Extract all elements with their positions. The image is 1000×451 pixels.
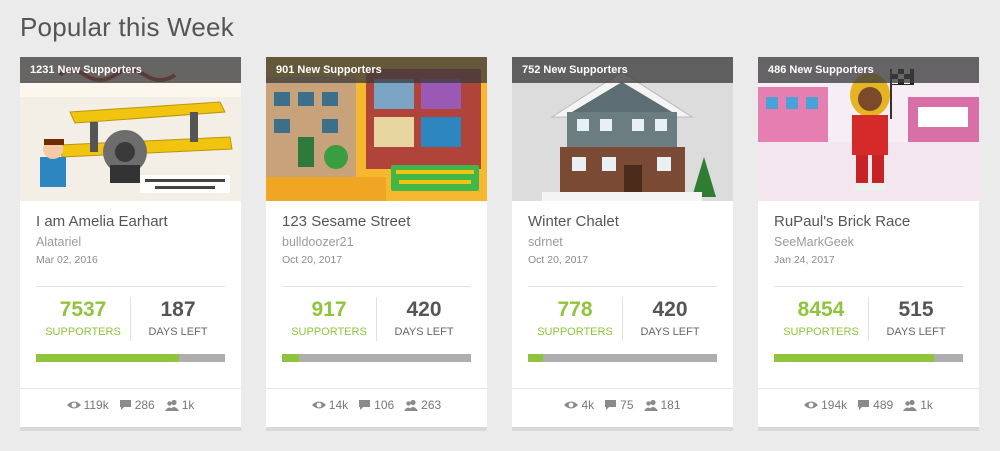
project-date: Mar 02, 2016 — [36, 254, 98, 266]
support-progress-fill — [282, 354, 300, 362]
support-progress-bar — [282, 354, 471, 362]
supporters-count: 7537 — [59, 298, 107, 321]
views-count: 119k — [83, 398, 109, 412]
project-stats: 7537 SUPPORTERS 187 DAYS LEFT — [36, 297, 225, 341]
project-stats: 917 SUPPORTERS 420 DAYS LEFT — [282, 297, 471, 341]
divider — [266, 388, 487, 389]
views-count: 194k — [821, 398, 848, 412]
days-left-label: DAYS LEFT — [394, 326, 454, 338]
project-meta: 14k 106 263 — [266, 398, 487, 412]
support-progress-bar — [528, 354, 717, 362]
new-supporters-badge: 901 New Supporters — [266, 57, 487, 83]
support-progress-bar — [36, 354, 225, 362]
project-card-winter-chalet[interactable]: 752 New Supporters Winter Chalet sdrnet … — [512, 57, 733, 431]
followers-count: 1k — [181, 398, 195, 412]
followers-count: 181 — [660, 398, 681, 412]
project-stats: 778 SUPPORTERS 420 DAYS LEFT — [528, 297, 717, 341]
project-thumbnail[interactable]: 752 New Supporters — [512, 57, 733, 201]
days-left-count: 187 — [160, 298, 196, 321]
supporters-label: SUPPORTERS — [783, 326, 859, 338]
supporters-label: SUPPORTERS — [537, 326, 613, 338]
project-meta: 119k 286 1k — [20, 398, 241, 412]
new-supporters-badge: 1231 New Supporters — [20, 57, 241, 83]
project-date: Jan 24, 2017 — [774, 254, 835, 266]
supporters-count: 778 — [557, 298, 593, 321]
project-title[interactable]: I am Amelia Earhart — [36, 213, 225, 230]
supporters-label: SUPPORTERS — [45, 326, 121, 338]
divider — [512, 388, 733, 389]
project-meta: 4k 75 181 — [512, 398, 733, 412]
section-title: Popular this Week — [20, 12, 234, 42]
comment-icon — [359, 400, 371, 410]
eye-icon — [564, 401, 579, 409]
project-author[interactable]: bulldoozer21 — [282, 235, 471, 249]
views-count: 14k — [328, 398, 349, 412]
supporters-count: 917 — [311, 298, 347, 321]
followers-count: 1k — [920, 398, 933, 412]
project-author[interactable]: sdrnet — [528, 235, 717, 249]
project-thumbnail[interactable]: 901 New Supporters — [266, 57, 487, 201]
supporters-label: SUPPORTERS — [291, 326, 367, 338]
eye-icon — [311, 401, 326, 409]
divider — [20, 388, 241, 389]
divider — [36, 286, 225, 287]
support-progress-fill — [774, 354, 934, 362]
supporters-icon — [164, 399, 179, 411]
project-meta: 194k 489 1k — [758, 398, 979, 412]
supporters-icon — [404, 399, 419, 411]
project-thumbnail[interactable]: 486 New Supporters — [758, 57, 979, 201]
support-progress-bar — [774, 354, 963, 362]
new-supporters-badge: 752 New Supporters — [512, 57, 733, 83]
days-left-count: 420 — [406, 298, 442, 321]
project-card-sesame-street[interactable]: 901 New Supporters 123 Sesame Street bul… — [266, 57, 487, 431]
eye-icon — [804, 401, 819, 409]
project-title[interactable]: 123 Sesame Street — [282, 213, 471, 230]
comments-count: 489 — [873, 398, 894, 412]
project-author[interactable]: SeeMarkGeek — [774, 235, 963, 249]
project-date: Oct 20, 2017 — [528, 254, 589, 266]
days-left-label: DAYS LEFT — [640, 326, 700, 338]
days-left-label: DAYS LEFT — [148, 326, 208, 338]
days-left-count: 515 — [898, 298, 934, 321]
project-author[interactable]: Alatariel — [36, 235, 225, 249]
support-progress-fill — [36, 354, 179, 362]
comments-count: 106 — [374, 398, 395, 412]
divider — [528, 286, 717, 287]
project-title[interactable]: Winter Chalet — [528, 213, 717, 230]
comments-count: 75 — [620, 398, 634, 412]
support-progress-fill — [528, 354, 543, 362]
divider — [774, 286, 963, 287]
comment-icon — [605, 400, 617, 410]
views-count: 4k — [581, 398, 595, 412]
project-stats: 8454 SUPPORTERS 515 DAYS LEFT — [774, 297, 963, 341]
project-title[interactable]: RuPaul's Brick Race — [774, 213, 963, 230]
eye-icon — [66, 401, 81, 409]
project-card-rupauls-brick-race[interactable]: 486 New Supporters RuPaul's Brick Race S… — [758, 57, 979, 431]
days-left-label: DAYS LEFT — [886, 326, 946, 338]
new-supporters-badge: 486 New Supporters — [758, 57, 979, 83]
supporters-icon — [903, 399, 918, 411]
supporters-icon — [643, 399, 658, 411]
supporters-count: 8454 — [797, 298, 845, 321]
comments-count: 286 — [134, 398, 155, 412]
comment-icon — [119, 400, 131, 410]
project-thumbnail[interactable]: 1231 New Supporters — [20, 57, 241, 201]
divider — [758, 388, 979, 389]
comment-icon — [858, 400, 870, 410]
followers-count: 263 — [421, 398, 442, 412]
project-card-amelia-earhart[interactable]: 1231 New Supporters I am Amelia Earhart … — [20, 57, 241, 431]
divider — [282, 286, 471, 287]
days-left-count: 420 — [652, 298, 688, 321]
project-cards: 1231 New Supporters I am Amelia Earhart … — [20, 57, 979, 431]
project-date: Oct 20, 2017 — [282, 254, 343, 266]
